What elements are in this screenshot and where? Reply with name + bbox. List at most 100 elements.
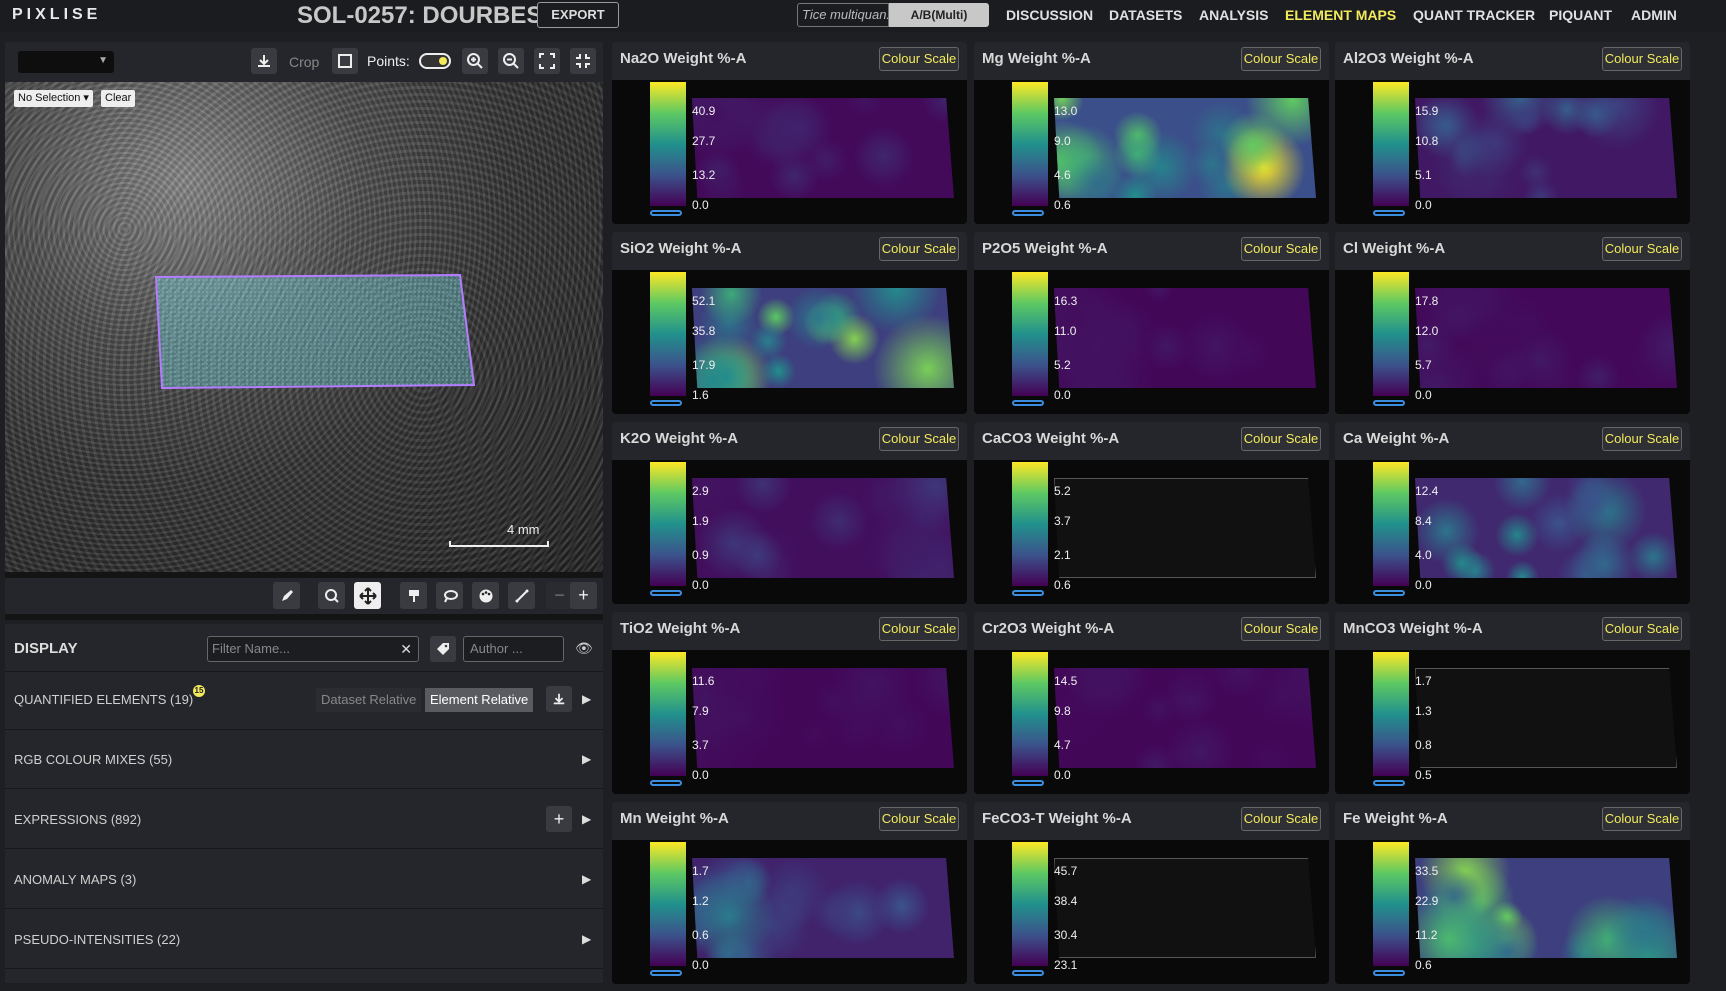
export-button[interactable]: EXPORT — [537, 2, 619, 28]
app-logo[interactable]: PIXLISE — [12, 6, 101, 24]
points-toggle[interactable] — [419, 53, 451, 69]
map-canvas[interactable]: 14.5 9.8 4.7 0.0 — [974, 650, 1329, 794]
map-canvas[interactable]: 33.5 22.9 11.2 0.6 — [1335, 840, 1690, 984]
colour-bar-handle[interactable] — [1012, 970, 1044, 976]
colour-scale-button[interactable]: Colour Scale — [1241, 427, 1321, 451]
lasso-icon[interactable] — [436, 582, 463, 609]
expand-arrow-icon[interactable]: ▶ — [582, 812, 591, 826]
map-canvas[interactable]: 2.9 1.9 0.9 0.0 — [612, 460, 967, 604]
plus-icon[interactable]: + — [570, 582, 597, 609]
element-map-tile[interactable]: TiO2 Weight %-A Colour Scale 11.6 7.9 3.7 0.0 — [612, 612, 967, 794]
map-canvas[interactable]: 17.8 12.0 5.7 0.0 — [1335, 270, 1690, 414]
colour-bar[interactable] — [1012, 272, 1048, 396]
nav-piquant[interactable]: PIQUANT — [1549, 7, 1612, 23]
colour-scale-button[interactable]: Colour Scale — [1241, 237, 1321, 261]
colour-scale-button[interactable]: Colour Scale — [1241, 617, 1321, 641]
pen-icon[interactable] — [273, 582, 300, 609]
map-canvas[interactable]: 11.6 7.9 3.7 0.0 — [612, 650, 967, 794]
colour-scale-button[interactable]: Colour Scale — [1602, 617, 1682, 641]
quantification-select[interactable]: Tice multiquan... — [797, 3, 889, 27]
map-canvas[interactable]: 15.9 10.8 5.1 0.0 — [1335, 80, 1690, 224]
colour-scale-button[interactable]: Colour Scale — [1602, 807, 1682, 831]
colour-scale-button[interactable]: Colour Scale — [1602, 237, 1682, 261]
map-canvas[interactable]: 1.7 1.2 0.6 0.0 — [612, 840, 967, 984]
colour-scale-button[interactable]: Colour Scale — [879, 427, 959, 451]
nav-quant-tracker[interactable]: QUANT TRACKER — [1413, 7, 1535, 23]
colour-scale-button[interactable]: Colour Scale — [1241, 807, 1321, 831]
minus-icon[interactable]: − — [546, 582, 573, 609]
colour-bar[interactable] — [650, 842, 686, 966]
element-map-tile[interactable]: MnCO3 Weight %-A Colour Scale 1.7 1.3 0.8 0.5 — [1335, 612, 1690, 794]
map-canvas[interactable]: 40.9 27.7 13.2 0.0 — [612, 80, 967, 224]
element-map-tile[interactable]: CaCO3 Weight %-A Colour Scale 5.2 3.7 2.1 0.6 — [974, 422, 1329, 604]
colour-scale-button[interactable]: Colour Scale — [1602, 47, 1682, 71]
clear-selection-button[interactable]: Clear — [101, 90, 136, 107]
element-map-tile[interactable]: Cl Weight %-A Colour Scale 17.8 12.0 5.7 0.0 — [1335, 232, 1690, 414]
colour-bar-handle[interactable] — [1373, 780, 1405, 786]
export-download-icon[interactable] — [546, 686, 572, 712]
element-map-tile[interactable]: Al2O3 Weight %-A Colour Scale 15.9 10.8 5.1 0… — [1335, 42, 1690, 224]
colour-bar[interactable] — [1373, 82, 1409, 206]
author-filter-dropdown[interactable]: Author ... — [463, 636, 564, 662]
element-map-tile[interactable]: Mg Weight %-A Colour Scale 13.0 9.0 4.6 0.6 — [974, 42, 1329, 224]
filter-name-input[interactable]: Filter Name... ✕ — [207, 636, 419, 662]
map-canvas[interactable]: 16.3 11.0 5.2 0.0 — [974, 270, 1329, 414]
download-icon[interactable] — [251, 48, 277, 74]
element-map-tile[interactable]: Na2O Weight %-A Colour Scale 40.9 27.7 13.2 0… — [612, 42, 967, 224]
map-canvas[interactable]: 13.0 9.0 4.6 0.6 — [974, 80, 1329, 224]
element-map-tile[interactable]: Ca Weight %-A Colour Scale 12.4 8.4 4.0 0.0 — [1335, 422, 1690, 604]
colour-scale-button[interactable]: Colour Scale — [879, 47, 959, 71]
colour-scale-button[interactable]: Colour Scale — [879, 617, 959, 641]
tag-icon[interactable] — [430, 636, 456, 662]
colour-bar-handle[interactable] — [1373, 590, 1405, 596]
expand-arrow-icon[interactable]: ▶ — [582, 752, 591, 766]
element-relative-button[interactable]: Element Relative — [425, 688, 534, 712]
map-canvas[interactable]: 5.2 3.7 2.1 0.6 — [974, 460, 1329, 604]
expand-arrow-icon[interactable]: ▶ — [582, 692, 591, 706]
nav-discussion[interactable]: DISCUSSION — [1006, 7, 1093, 23]
nav-element-maps[interactable]: ELEMENT MAPS — [1285, 7, 1396, 23]
element-map-tile[interactable]: Fe Weight %-A Colour Scale 33.5 22.9 11.2 0.6 — [1335, 802, 1690, 984]
crop-frame-icon[interactable] — [332, 48, 358, 74]
colour-bar-handle[interactable] — [1012, 780, 1044, 786]
colour-bar[interactable] — [1012, 842, 1048, 966]
colour-bar-handle[interactable] — [650, 780, 682, 786]
expand-arrow-icon[interactable]: ▶ — [582, 932, 591, 946]
map-canvas[interactable]: 1.7 1.3 0.8 0.5 — [1335, 650, 1690, 794]
zoom-tool-icon[interactable] — [318, 582, 345, 609]
colour-bar-handle[interactable] — [1012, 590, 1044, 596]
element-map-tile[interactable]: FeCO3-T Weight %-A Colour Scale 45.7 38.4 30… — [974, 802, 1329, 984]
visibility-off-icon[interactable]: 👁 — [575, 640, 593, 657]
brush-icon[interactable] — [400, 582, 427, 609]
colour-bar[interactable] — [650, 462, 686, 586]
colour-bar-handle[interactable] — [650, 970, 682, 976]
ab-multi-button[interactable]: A/B(Multi) — [889, 3, 989, 27]
pan-tool-icon[interactable] — [354, 582, 381, 609]
clear-filter-icon[interactable]: ✕ — [400, 637, 412, 661]
fit-all-icon[interactable] — [534, 48, 560, 74]
expand-arrow-icon[interactable]: ▶ — [582, 872, 591, 886]
colour-bar-handle[interactable] — [650, 400, 682, 406]
colour-scale-button[interactable]: Colour Scale — [879, 237, 959, 261]
nav-admin[interactable]: ADMIN — [1631, 7, 1677, 23]
dataset-relative-button[interactable]: Dataset Relative — [316, 688, 422, 712]
colour-bar-handle[interactable] — [1373, 970, 1405, 976]
colour-bar[interactable] — [1012, 652, 1048, 776]
colour-bar[interactable] — [1012, 462, 1048, 586]
colour-bar-handle[interactable] — [1373, 400, 1405, 406]
colour-bar[interactable] — [650, 82, 686, 206]
map-canvas[interactable]: 12.4 8.4 4.0 0.0 — [1335, 460, 1690, 604]
nav-analysis[interactable]: ANALYSIS — [1199, 7, 1269, 23]
context-image[interactable] — [5, 82, 603, 572]
element-map-tile[interactable]: K2O Weight %-A Colour Scale 2.9 1.9 0.9 0.0 — [612, 422, 967, 604]
map-canvas[interactable]: 45.7 38.4 30.4 23.1 — [974, 840, 1329, 984]
colour-bar[interactable] — [1373, 462, 1409, 586]
colour-bar-handle[interactable] — [1012, 400, 1044, 406]
colour-scale-button[interactable]: Colour Scale — [1241, 47, 1321, 71]
colour-bar[interactable] — [1373, 842, 1409, 966]
zoom-in-icon[interactable] — [462, 48, 488, 74]
colour-bar-handle[interactable] — [1373, 210, 1405, 216]
element-map-tile[interactable]: Mn Weight %-A Colour Scale 1.7 1.2 0.6 0.0 — [612, 802, 967, 984]
add-expression-icon[interactable]: + — [546, 806, 572, 832]
colour-bar-handle[interactable] — [1012, 210, 1044, 216]
